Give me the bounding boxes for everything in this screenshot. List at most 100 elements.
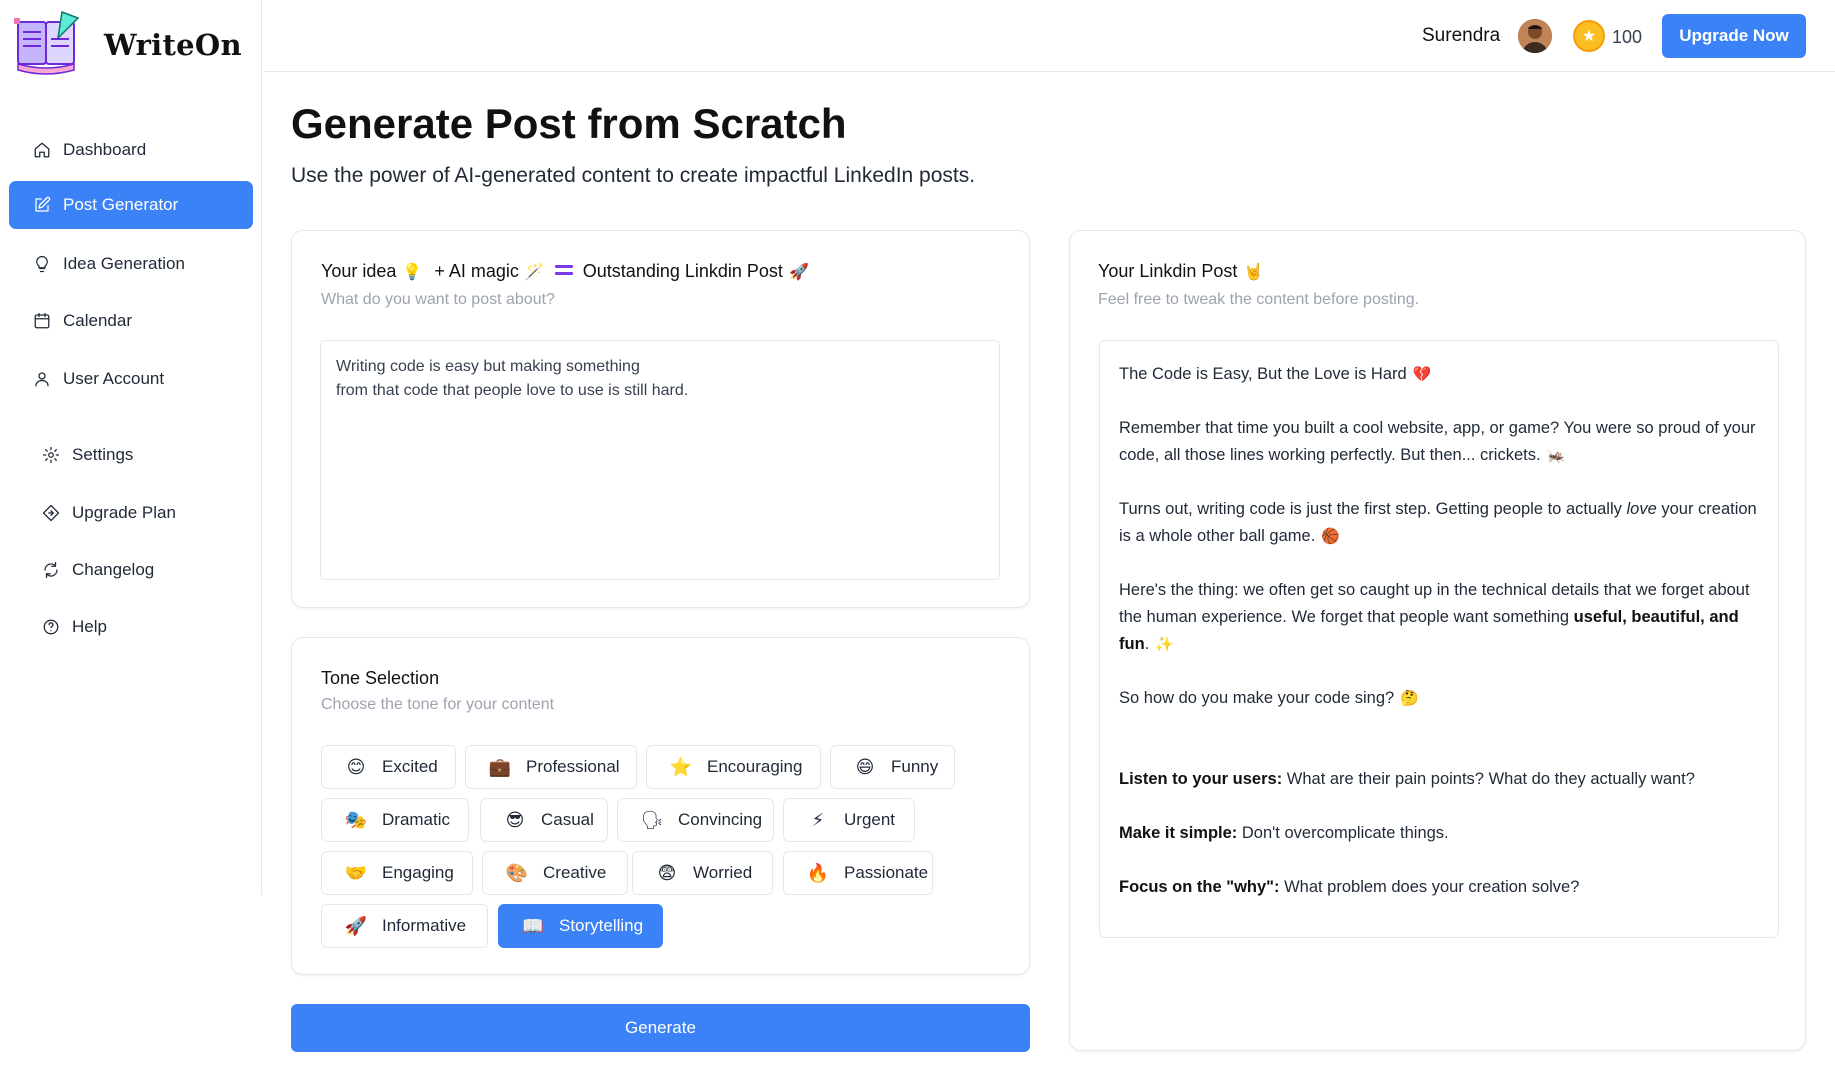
- post-paragraph: The Code is Easy, But the Love is Hard 💔: [1119, 361, 1759, 388]
- lightbulb-icon: [31, 253, 53, 275]
- sidebar-item-user-account[interactable]: User Account: [9, 355, 253, 403]
- avatar[interactable]: [1518, 19, 1552, 53]
- book-logo-icon: [12, 8, 86, 82]
- sidebar-item-label: Changelog: [72, 560, 155, 579]
- sidebar-item-dashboard[interactable]: Dashboard: [9, 126, 253, 174]
- post-text-bold: Make it simple:: [1119, 824, 1238, 842]
- sidebar-item-settings[interactable]: Settings: [9, 431, 253, 479]
- post-text-bold: Focus on the "why":: [1119, 878, 1280, 896]
- tone-option-informative[interactable]: 🚀 Informative: [321, 904, 488, 948]
- post-title-text: Your Linkdin Post: [1098, 261, 1238, 281]
- tone-option-professional[interactable]: 💼 Professional: [465, 745, 637, 789]
- sidebar-item-idea-generation[interactable]: Idea Generation: [9, 240, 253, 288]
- post-text: Turns out, writing code is just the firs…: [1119, 500, 1627, 518]
- speaking-head-emoji-icon: 🗣: [640, 809, 664, 831]
- post-paragraph: Listen to your users: What are their pai…: [1119, 766, 1759, 793]
- coin-balance: 100: [1612, 27, 1643, 47]
- briefcase-emoji-icon: 💼: [488, 756, 512, 778]
- gear-icon: [40, 444, 62, 466]
- sidebar-item-calendar[interactable]: Calendar: [9, 297, 253, 345]
- magic-wand-emoji-icon: 🪄: [524, 262, 545, 281]
- tone-label: Professional: [526, 757, 620, 776]
- tone-label: Convincing: [678, 810, 763, 829]
- generate-button[interactable]: Generate: [291, 1004, 1030, 1052]
- post-text: What are their pain points? What do they…: [1282, 770, 1695, 788]
- tone-option-worried[interactable]: 😨 Worried: [632, 851, 773, 895]
- tone-card: Tone Selection Choose the tone for your …: [291, 637, 1030, 975]
- post-text: .: [1144, 635, 1150, 653]
- tone-option-excited[interactable]: 😊 Excited: [321, 745, 456, 789]
- cricket-emoji-icon: 🦗: [1546, 446, 1566, 464]
- user-name[interactable]: Surendra: [1422, 25, 1500, 47]
- post-paragraph: So how do you make your code sing? 🤔: [1119, 685, 1759, 712]
- grin-emoji-icon: 😄: [855, 756, 875, 778]
- post-card-title: Your Linkdin Post 🤘: [1098, 261, 1263, 282]
- tone-label: Urgent: [844, 810, 896, 829]
- tone-option-creative[interactable]: 🎨 Creative: [482, 851, 628, 895]
- sidebar-item-label: Dashboard: [63, 140, 147, 159]
- help-icon: [40, 616, 62, 638]
- sparkles-emoji-icon: ✨: [1155, 635, 1174, 653]
- tone-card-title: Tone Selection: [321, 668, 440, 688]
- tone-option-casual[interactable]: 😎 Casual: [480, 798, 608, 842]
- tone-label: Passionate: [844, 863, 929, 882]
- coin-icon: ★: [1573, 20, 1605, 52]
- page-subtitle: Use the power of AI-generated content to…: [291, 164, 976, 187]
- post-text: What problem does your creation solve?: [1279, 878, 1580, 896]
- theater-masks-emoji-icon: 🎭: [344, 809, 368, 831]
- tone-card-subtitle: Choose the tone for your content: [321, 696, 555, 713]
- sidebar-item-label: Idea Generation: [63, 254, 185, 273]
- broken-heart-emoji-icon: 💔: [1412, 365, 1432, 383]
- sidebar-item-help[interactable]: Help: [9, 603, 253, 651]
- idea-title-part: Outstanding Linkdin Post: [582, 261, 783, 281]
- tone-label: Excited: [382, 757, 438, 776]
- post-text-bold: Listen to your users:: [1119, 770, 1283, 788]
- diamond-icon: [40, 502, 62, 524]
- idea-card: Your idea 💡 + AI magic 🪄 Outstanding Lin…: [291, 230, 1030, 608]
- tone-option-urgent[interactable]: ⚡ Urgent: [783, 798, 915, 842]
- tone-option-dramatic[interactable]: 🎭 Dramatic: [321, 798, 469, 842]
- logo[interactable]: WriteOn: [12, 8, 242, 82]
- sidebar-item-changelog[interactable]: Changelog: [9, 546, 253, 594]
- sign-of-horns-emoji-icon: 🤘: [1243, 262, 1264, 281]
- tone-option-passionate[interactable]: 🔥 Passionate: [783, 851, 933, 895]
- post-paragraph: Make it simple: Don't overcomplicate thi…: [1119, 820, 1759, 847]
- upgrade-now-button[interactable]: Upgrade Now: [1662, 14, 1806, 58]
- tone-label: Encouraging: [707, 757, 803, 776]
- sidebar-item-label: Post Generator: [63, 195, 179, 214]
- generated-post-content[interactable]: The Code is Easy, But the Love is Hard 💔 …: [1099, 340, 1779, 938]
- idea-card-subtitle: What do you want to post about?: [321, 291, 555, 308]
- sidebar-item-label: User Account: [63, 369, 165, 388]
- sidebar-item-post-generator[interactable]: Post Generator: [9, 181, 253, 229]
- tone-option-encouraging[interactable]: ⭐ Encouraging: [646, 745, 821, 789]
- basketball-emoji-icon: 🏀: [1321, 527, 1340, 545]
- post-text: Remember that time you built a cool webs…: [1119, 419, 1756, 464]
- smile-emoji-icon: 😊: [346, 756, 366, 778]
- tone-label: Creative: [543, 863, 607, 882]
- tone-option-engaging[interactable]: 🤝 Engaging: [321, 851, 473, 895]
- idea-title-part: + AI magic: [434, 261, 519, 281]
- star-emoji-icon: ⭐: [669, 756, 693, 778]
- idea-input[interactable]: Writing code is easy but making somethin…: [320, 340, 1000, 580]
- post-card-subtitle: Feel free to tweak the content before po…: [1098, 291, 1420, 308]
- post-text: The Code is Easy, But the Love is Hard: [1119, 365, 1407, 383]
- tone-option-funny[interactable]: 😄 Funny: [830, 745, 955, 789]
- tone-label: Engaging: [382, 863, 454, 882]
- palette-emoji-icon: 🎨: [505, 862, 529, 884]
- tone-label: Worried: [693, 863, 753, 882]
- fearful-face-emoji-icon: 😨: [657, 862, 677, 884]
- thinking-face-emoji-icon: 🤔: [1400, 689, 1419, 707]
- tone-label: Dramatic: [382, 810, 451, 829]
- post-paragraph: Remember that time you built a cool webs…: [1119, 415, 1759, 469]
- tone-label: Informative: [382, 916, 467, 935]
- sunglasses-emoji-icon: 😎: [505, 809, 525, 831]
- fire-emoji-icon: 🔥: [806, 862, 830, 884]
- post-text-italic: love: [1626, 500, 1657, 518]
- rocket-emoji-icon: 🚀: [344, 915, 368, 937]
- refresh-icon: [40, 559, 62, 581]
- lightning-emoji-icon: ⚡: [811, 809, 825, 831]
- tone-option-convincing[interactable]: 🗣 Convincing: [617, 798, 774, 842]
- edit-icon: [31, 194, 53, 216]
- tone-option-storytelling[interactable]: 📖 Storytelling: [498, 904, 663, 948]
- sidebar-item-upgrade-plan[interactable]: Upgrade Plan: [9, 489, 253, 537]
